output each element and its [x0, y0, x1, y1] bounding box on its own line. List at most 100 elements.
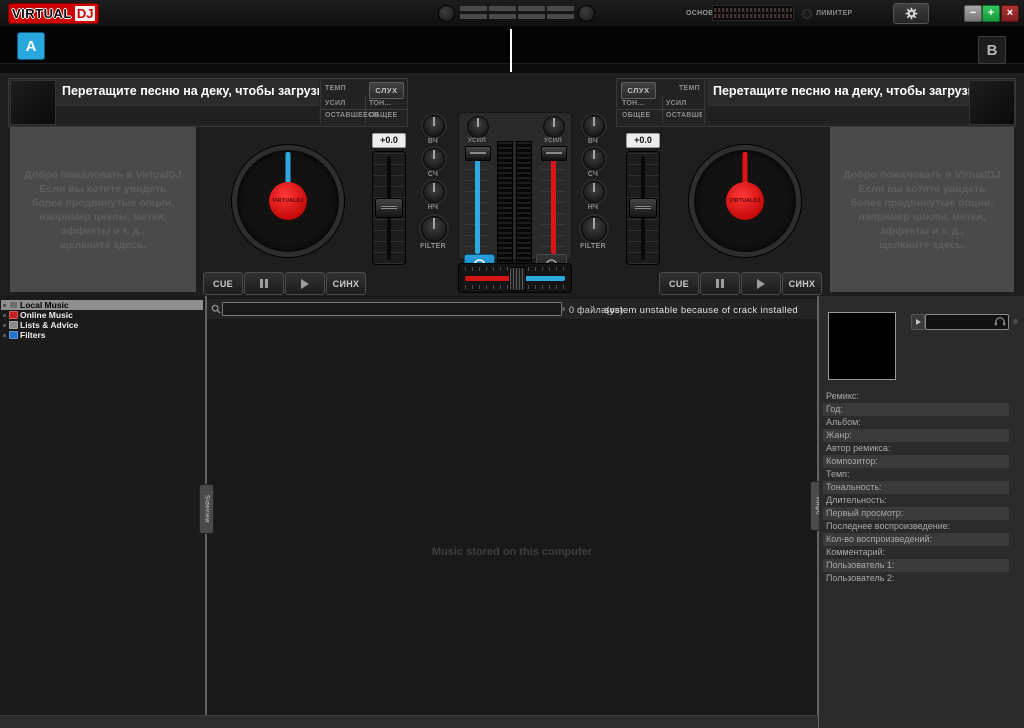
field-key[interactable]: Тональность: [823, 481, 1009, 494]
deck-a: Перетащите песню на деку, чтобы загрузит… [8, 75, 408, 294]
deck-b-artist-box [707, 105, 970, 124]
deck-b-monitor-button[interactable]: СЛУХ [621, 82, 656, 99]
field-comment[interactable]: Комментарий: [823, 546, 1009, 559]
field-user1[interactable]: Пользователь 1: [823, 559, 1009, 572]
deck-b-gain-knob[interactable] [543, 116, 565, 138]
waveform-view-button-2[interactable] [489, 6, 516, 19]
deck-a-monitor-button[interactable]: СЛУХ [369, 82, 404, 99]
preview-option-dot[interactable] [1013, 319, 1018, 324]
deck-b-info-grid: СЛУХ ТЕМП ТОН... УСИЛ ОБЩЕЕ ОСТАВШЕЕСЯ [618, 80, 705, 123]
field-year[interactable]: Год: [823, 403, 1009, 416]
deck-b-pause-button[interactable] [700, 272, 740, 295]
deck-a-track-info-row: Перетащите песню на деку, чтобы загрузит… [8, 78, 408, 127]
browser-sidebar: Local Music Online Music Lists & Advice … [0, 296, 205, 728]
beat-grid-strip [0, 63, 1024, 73]
deck-b-volume-fader[interactable] [541, 146, 565, 258]
field-last-play[interactable]: Последнее воспроизведение: [823, 520, 1009, 533]
deck-a-cue-button[interactable]: CUE [203, 272, 243, 295]
layout-left-button[interactable] [438, 5, 455, 22]
field-duration[interactable]: Длительность: [823, 494, 1009, 507]
waveform-view-button-1[interactable] [460, 6, 487, 19]
welcome-line: Добро пожаловать в VirtualDJ [843, 168, 1000, 182]
deck-a-play-button[interactable] [285, 272, 325, 295]
field-album[interactable]: Альбом: [823, 416, 1009, 429]
crossfader[interactable] [458, 263, 572, 293]
sidebar-item-filters[interactable]: Filters [1, 330, 203, 340]
playhead-line [510, 29, 512, 72]
sidebar-item-online-music[interactable]: Online Music [1, 310, 203, 320]
online-music-icon [9, 311, 18, 319]
deck-a-eq-high-knob[interactable] [423, 115, 445, 137]
empty-list-message: Music stored on this computer [207, 546, 817, 558]
deck-b-welcome-box[interactable]: Добро пожаловать в VirtualDJ Если вы хот… [830, 127, 1014, 292]
preview-progress-bar[interactable] [925, 314, 1009, 330]
close-button[interactable]: × [1001, 5, 1019, 22]
gain-label: УСИЛ [535, 138, 571, 144]
deck-b-remaining-label: ОСТАВШЕЕСЯ [666, 112, 702, 119]
deck-b-cue-button[interactable]: CUE [659, 272, 699, 295]
deck-a-gain-label: УСИЛ [325, 100, 346, 107]
deck-a-key-label: ТОН... [369, 100, 391, 107]
waveform-view-button-3[interactable] [518, 6, 545, 19]
deck-b-play-button[interactable] [741, 272, 781, 295]
waveform-display[interactable]: A B [0, 26, 1024, 74]
sidebar-item-local-music[interactable]: Local Music [1, 300, 203, 310]
field-remix[interactable]: Ремикс: [823, 390, 1009, 403]
field-genre[interactable]: Жанр: [823, 429, 1009, 442]
folder-icon [9, 321, 18, 329]
field-tempo[interactable]: Темп: [823, 468, 1009, 481]
deck-b-title-drop-zone[interactable]: Перетащите песню на деку, чтобы загрузит… [707, 80, 970, 105]
field-composer[interactable]: Композитор: [823, 455, 1009, 468]
deck-b-gain-label: УСИЛ [666, 100, 687, 107]
search-input[interactable] [222, 302, 562, 316]
track-info-album-art [828, 312, 896, 380]
filter-label: FILTER [573, 243, 613, 250]
preview-play-button[interactable] [911, 314, 925, 330]
deck-b-pitch-fader[interactable] [626, 151, 660, 265]
field-first-seen[interactable]: Первый просмотр: [823, 507, 1009, 520]
virtualdj-logo: VIRTUAL DJ [8, 3, 99, 24]
minimize-button[interactable]: − [964, 5, 982, 22]
deck-b-badge[interactable]: B [978, 36, 1006, 64]
deck-a-eq-low-knob[interactable] [423, 181, 445, 203]
layout-right-button[interactable] [578, 5, 595, 22]
deck-a-pause-button[interactable] [244, 272, 284, 295]
deck-a-filter-knob[interactable] [421, 216, 447, 242]
maximize-button[interactable]: + [982, 5, 1000, 22]
deck-a-pitch-handle[interactable] [375, 198, 403, 218]
deck-b-pitch-handle[interactable] [629, 198, 657, 218]
welcome-line: более продвинутые опции, [843, 196, 1000, 210]
deck-b-volume-handle[interactable] [541, 146, 567, 161]
deck-b-track-info-row: СЛУХ ТЕМП ТОН... УСИЛ ОБЩЕЕ ОСТАВШЕЕСЯ П… [616, 78, 1016, 127]
deck-a-welcome-box[interactable]: Добро пожаловать в VirtualDJ Если вы хот… [10, 127, 196, 292]
deck-a-badge[interactable]: A [18, 33, 44, 59]
deck-a-title-drop-zone[interactable]: Перетащите песню на деку, чтобы загрузит… [56, 80, 319, 105]
field-remixer[interactable]: Автор ремикса: [823, 442, 1009, 455]
deck-a-gain-knob[interactable] [467, 116, 489, 138]
field-play-count[interactable]: Кол-во воспроизведений: [823, 533, 1009, 546]
deck-a-vu-meter [497, 141, 513, 265]
deck-a-volume-fader[interactable] [465, 146, 489, 258]
deck-b-total-label: ОБЩЕЕ [622, 112, 650, 119]
eq-low-label: НЧ [413, 204, 453, 211]
deck-b-eq-low-knob[interactable] [583, 181, 605, 203]
deck-b-jog-wheel[interactable]: VIRTUALDJ [689, 145, 801, 257]
crossfader-handle[interactable] [509, 267, 526, 291]
deck-a-jog-wheel[interactable]: VIRTUALDJ [232, 145, 344, 257]
deck-b-filter-knob[interactable] [581, 216, 607, 242]
waveform-view-button-4[interactable] [547, 6, 574, 19]
deck-b-eq-mid-knob[interactable] [583, 148, 605, 170]
deck-b-sync-button[interactable]: СИНХ [782, 272, 822, 295]
sidebar-item-lists-advice[interactable]: Lists & Advice [1, 320, 203, 330]
deck-a-volume-handle[interactable] [465, 146, 491, 161]
deck-a-eq-mid-knob[interactable] [423, 148, 445, 170]
eq-high-label: ВЧ [573, 138, 613, 145]
deck-b-eq-high-knob[interactable] [583, 115, 605, 137]
field-user2[interactable]: Пользователь 2: [823, 572, 1009, 585]
deck-a-pitch-fader[interactable] [372, 151, 406, 265]
filter-icon [9, 331, 18, 339]
deck-a-sync-button[interactable]: СИНХ [326, 272, 366, 295]
sideview-splitter-handle[interactable]: Sideview [199, 484, 214, 534]
settings-button[interactable] [893, 3, 929, 24]
filter-label: FILTER [413, 243, 453, 250]
